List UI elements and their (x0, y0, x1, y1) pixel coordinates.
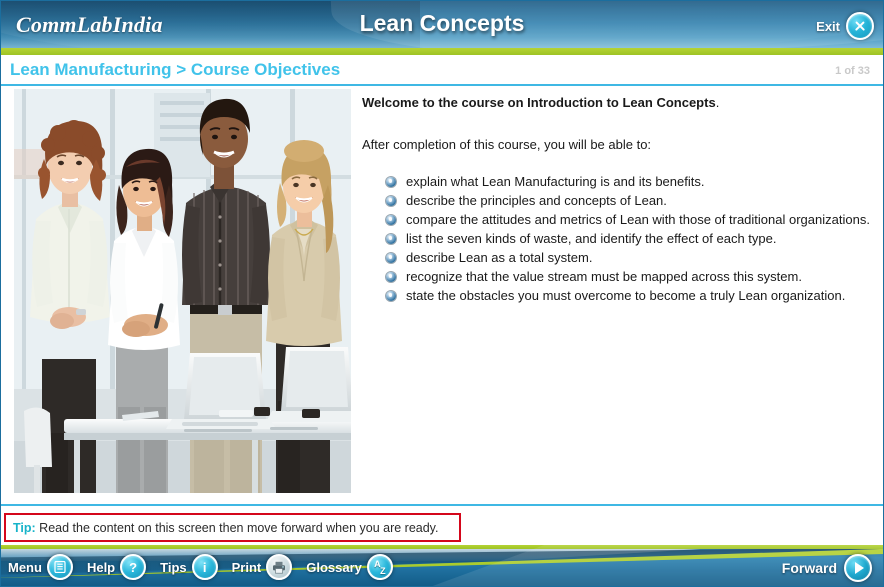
header-green-divider (0, 48, 884, 55)
objective-text: state the obstacles you must overcome to… (406, 288, 846, 303)
bullet-icon (386, 177, 396, 187)
objective-text: compare the attitudes and metrics of Lea… (406, 212, 870, 227)
app-header: CommLabIndia Lean Concepts Exit (0, 0, 884, 48)
bullet-icon (386, 234, 396, 244)
welcome-bold: Welcome to the course on Introduction to… (362, 95, 716, 110)
tip-top-rule (0, 504, 884, 506)
course-photo (14, 89, 351, 493)
page-counter: 1 of 33 (835, 65, 870, 77)
page-title: Lean Concepts (359, 10, 525, 36)
app-footer: Menu Help ? Tips i Print Glossary A Z Fo… (0, 545, 884, 587)
list-item: state the obstacles you must overcome to… (386, 287, 874, 305)
question-mark-icon[interactable]: ? (120, 554, 147, 580)
objective-text: recognize that the value stream must be … (406, 269, 802, 284)
welcome-period: . (715, 95, 720, 110)
tip-box: Tip: Read the content on this screen the… (4, 513, 461, 542)
close-x-icon[interactable] (846, 12, 874, 40)
bullet-icon (386, 215, 396, 225)
bullet-icon (386, 272, 396, 282)
forward-label: Forward (781, 560, 837, 576)
objectives-list: explain what Lean Manufacturing is and i… (362, 173, 874, 305)
list-item: recognize that the value stream must be … (386, 268, 874, 286)
content-area: Welcome to the course on Introduction to… (0, 86, 884, 497)
list-item: compare the attitudes and metrics of Lea… (386, 211, 874, 229)
list-item: describe Lean as a total system. (386, 249, 874, 267)
info-icon[interactable]: i (191, 554, 218, 580)
nav-label-help: Help (86, 559, 116, 575)
forward-button[interactable]: Forward (782, 554, 872, 582)
printer-icon[interactable] (266, 554, 293, 580)
play-triangle-icon[interactable] (844, 554, 872, 582)
objective-text: describe Lean as a total system. (406, 250, 593, 265)
list-item: list the seven kinds of waste, and ident… (386, 230, 874, 248)
tip-label: Tip: (13, 520, 36, 535)
objective-text: describe the principles and concepts of … (406, 193, 667, 208)
objectives-text-column: Welcome to the course on Introduction to… (362, 94, 874, 306)
nav-item-print[interactable]: Print (232, 554, 293, 580)
breadcrumb-bar: Lean Manufacturing > Course Objectives 1… (0, 55, 884, 85)
tip-text: Tip: Read the content on this screen the… (6, 521, 438, 535)
nav-label-print: Print (231, 559, 262, 575)
course-player-window: CommLabIndia Lean Concepts Exit Lean Man… (0, 0, 884, 587)
nav-label-tips: Tips (160, 559, 187, 575)
bullet-icon (386, 196, 396, 206)
nav-item-tips[interactable]: Tips i (160, 554, 218, 580)
nav-item-menu[interactable]: Menu (8, 554, 73, 580)
breadcrumb: Lean Manufacturing > Course Objectives (10, 60, 341, 79)
list-menu-icon[interactable] (46, 554, 73, 580)
tip-message: Read the content on this screen then mov… (39, 520, 439, 535)
nav-label-glossary: Glossary (306, 559, 362, 575)
nav-item-glossary[interactable]: Glossary AZ (306, 554, 393, 580)
nav-item-help[interactable]: Help ? (86, 554, 147, 580)
list-item: describe the principles and concepts of … (386, 192, 874, 210)
objective-text: list the seven kinds of waste, and ident… (406, 231, 777, 246)
nav-label-menu: Menu (8, 559, 42, 575)
footer-nav: Menu Help ? Tips i Print Glossary A Z (8, 554, 407, 580)
exit-label: Exit (816, 18, 840, 34)
exit-button[interactable]: Exit (816, 12, 874, 40)
a-to-z-icon[interactable]: AZ (366, 554, 393, 580)
objective-text: explain what Lean Manufacturing is and i… (406, 174, 705, 189)
bullet-icon (386, 291, 396, 301)
list-item: explain what Lean Manufacturing is and i… (386, 173, 874, 191)
completion-paragraph: After completion of this course, you wil… (362, 137, 652, 152)
welcome-paragraph: Welcome to the course on Introduction to… (362, 94, 874, 111)
bullet-icon (386, 253, 396, 263)
